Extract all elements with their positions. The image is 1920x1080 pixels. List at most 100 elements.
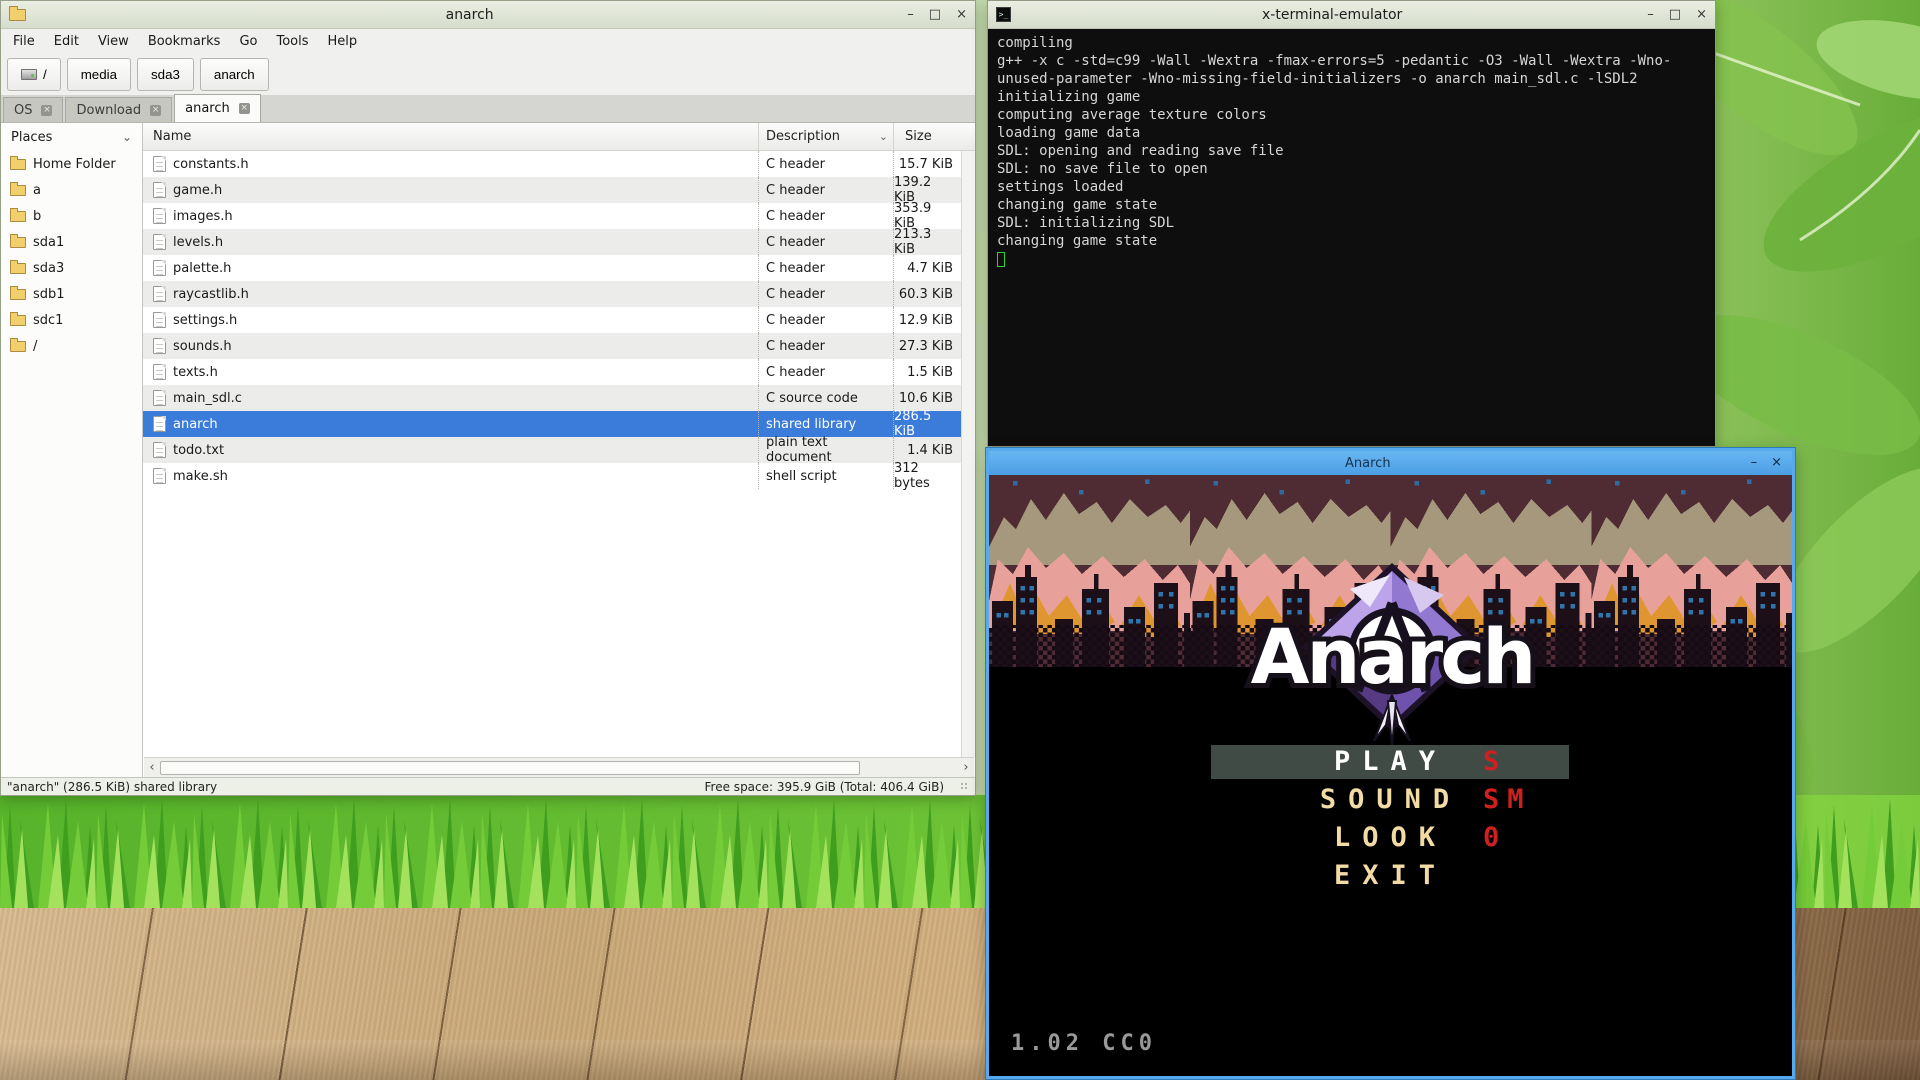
menu-item[interactable]: Go <box>239 34 257 49</box>
file-name-cell: main_sdl.c <box>143 390 758 406</box>
file-name: game.h <box>173 183 222 198</box>
file-name-cell: game.h <box>143 182 758 198</box>
drive-icon <box>21 69 37 80</box>
file-row[interactable]: palette.h C header 4.7 KiB <box>143 255 961 281</box>
file-name: raycastlib.h <box>173 287 249 302</box>
resize-grip[interactable] <box>960 782 969 791</box>
file-row[interactable]: constants.h C header 15.7 KiB <box>143 151 961 177</box>
desktop: anarch – □ × File Edit View Bookmarks Go Tool… <box>0 0 1920 1080</box>
close-button[interactable]: × <box>956 8 967 22</box>
sidebar-item[interactable]: sda1 <box>1 229 142 255</box>
tab-label: OS <box>14 103 32 118</box>
minimize-button[interactable]: – <box>907 8 914 22</box>
sidebar-item[interactable]: sdb1 <box>1 281 142 307</box>
document-icon <box>153 234 166 250</box>
scroll-right-arrow[interactable]: › <box>958 760 974 775</box>
tab-close-icon[interactable]: × <box>239 103 250 114</box>
file-name: make.sh <box>173 469 228 484</box>
document-icon <box>153 364 166 380</box>
terminal-titlebar[interactable]: >_ x-terminal-emulator – □ × <box>988 1 1715 29</box>
file-size: 213.3 KiB <box>893 229 961 255</box>
status-free-space-text: Free space: 395.9 GiB (Total: 406.4 GiB) <box>705 780 960 794</box>
sidebar-item[interactable]: / <box>1 333 142 359</box>
game-menu-item[interactable]: LOOK 0 <box>989 823 1792 853</box>
file-row[interactable]: main_sdl.c C source code 10.6 KiB <box>143 385 961 411</box>
file-row[interactable]: todo.txt plain text document 1.4 KiB <box>143 437 961 463</box>
file-size: 312 bytes <box>893 463 961 489</box>
file-row[interactable]: anarch shared library 286.5 KiB <box>143 411 961 437</box>
sidebar-item-label: sda3 <box>33 261 64 276</box>
sidebar-item[interactable]: b <box>1 203 142 229</box>
file-row[interactable]: settings.h C header 12.9 KiB <box>143 307 961 333</box>
minimize-button[interactable]: – <box>1647 8 1654 22</box>
toolbar-root-button[interactable]: / <box>7 58 61 91</box>
folder-icon <box>10 341 26 352</box>
toolbar-location-button[interactable]: anarch <box>200 58 269 91</box>
file-size: 139.2 KiB <box>893 177 961 203</box>
scroll-left-arrow[interactable]: ‹ <box>144 760 160 775</box>
file-name-cell: images.h <box>143 208 758 224</box>
maximize-button[interactable]: □ <box>1669 8 1681 22</box>
game-menu-value: S <box>1483 747 1507 777</box>
game-menu-item[interactable]: SOUND SM <box>989 785 1792 815</box>
file-name: images.h <box>173 209 233 224</box>
file-row[interactable]: game.h C header 139.2 KiB <box>143 177 961 203</box>
document-icon <box>153 260 166 276</box>
game-window-title: Anarch <box>999 456 1737 471</box>
game-window: Anarch – × <box>986 448 1795 1079</box>
document-icon <box>153 338 166 354</box>
folder-icon <box>10 263 26 274</box>
menu-item[interactable]: Tools <box>276 34 308 49</box>
chevron-down-icon[interactable]: ⌄ <box>122 130 132 144</box>
menu-item[interactable]: Edit <box>54 34 79 49</box>
menu-item[interactable]: File <box>13 34 35 49</box>
horizontal-scrollbar[interactable]: ‹ › <box>144 757 974 777</box>
document-icon <box>153 286 166 302</box>
sidebar-item[interactable]: Home Folder <box>1 151 142 177</box>
toolbar-location-button[interactable]: media <box>67 58 131 91</box>
tab[interactable]: anarch × <box>174 94 261 122</box>
tab-close-icon[interactable]: × <box>150 105 161 116</box>
file-description: C source code <box>758 385 893 411</box>
sidebar-item[interactable]: sdc1 <box>1 307 142 333</box>
scrollbar-thumb[interactable] <box>160 761 860 775</box>
game-menu-item[interactable]: PLAY S <box>989 747 1792 777</box>
menu-item[interactable]: Bookmarks <box>148 34 221 49</box>
document-icon <box>153 468 166 484</box>
file-row[interactable]: raycastlib.h C header 60.3 KiB <box>143 281 961 307</box>
list-header: Name Description ⌄ Size <box>143 123 975 151</box>
close-button[interactable]: × <box>1771 457 1782 469</box>
game-logo-text: Anarch <box>1251 612 1534 701</box>
file-row[interactable]: make.sh shell script 312 bytes <box>143 463 961 489</box>
column-header-size[interactable]: Size <box>893 123 975 150</box>
vertical-scrollbar[interactable] <box>961 151 975 757</box>
game-screen[interactable]: Anarch PLAY S SOUND SM LOOK <box>989 475 1792 1076</box>
file-name: main_sdl.c <box>173 391 242 406</box>
sidebar-item[interactable]: a <box>1 177 142 203</box>
terminal-output[interactable]: compilingg++ -x c -std=c99 -Wall -Wextra… <box>988 29 1715 446</box>
close-button[interactable]: × <box>1696 8 1707 22</box>
sidebar-item[interactable]: sda3 <box>1 255 142 281</box>
places-header[interactable]: Places ⌄ <box>1 123 142 151</box>
tab[interactable]: Download × <box>65 97 172 122</box>
tab[interactable]: OS × <box>3 97 63 122</box>
fm-statusbar: "anarch" (286.5 KiB) shared library Free… <box>1 777 975 795</box>
game-titlebar[interactable]: Anarch – × <box>989 451 1792 475</box>
terminal-window-title: x-terminal-emulator <box>1017 7 1647 23</box>
file-row[interactable]: images.h C header 353.9 KiB <box>143 203 961 229</box>
minimize-button[interactable]: – <box>1751 457 1758 469</box>
file-row[interactable]: levels.h C header 213.3 KiB <box>143 229 961 255</box>
tab-close-icon[interactable]: × <box>41 105 52 116</box>
file-row[interactable]: texts.h C header 1.5 KiB <box>143 359 961 385</box>
terminal-line: compiling <box>997 34 1706 52</box>
column-header-name[interactable]: Name <box>143 123 758 150</box>
fm-titlebar[interactable]: anarch – □ × <box>1 1 975 29</box>
menu-item[interactable]: Help <box>328 34 358 49</box>
game-menu-item[interactable]: EXIT <box>989 861 1792 891</box>
menu-item[interactable]: View <box>98 34 129 49</box>
toolbar-location-button[interactable]: sda3 <box>137 58 194 91</box>
file-name: texts.h <box>173 365 218 380</box>
column-header-description[interactable]: Description ⌄ <box>758 123 893 150</box>
maximize-button[interactable]: □ <box>929 8 941 22</box>
file-row[interactable]: sounds.h C header 27.3 KiB <box>143 333 961 359</box>
